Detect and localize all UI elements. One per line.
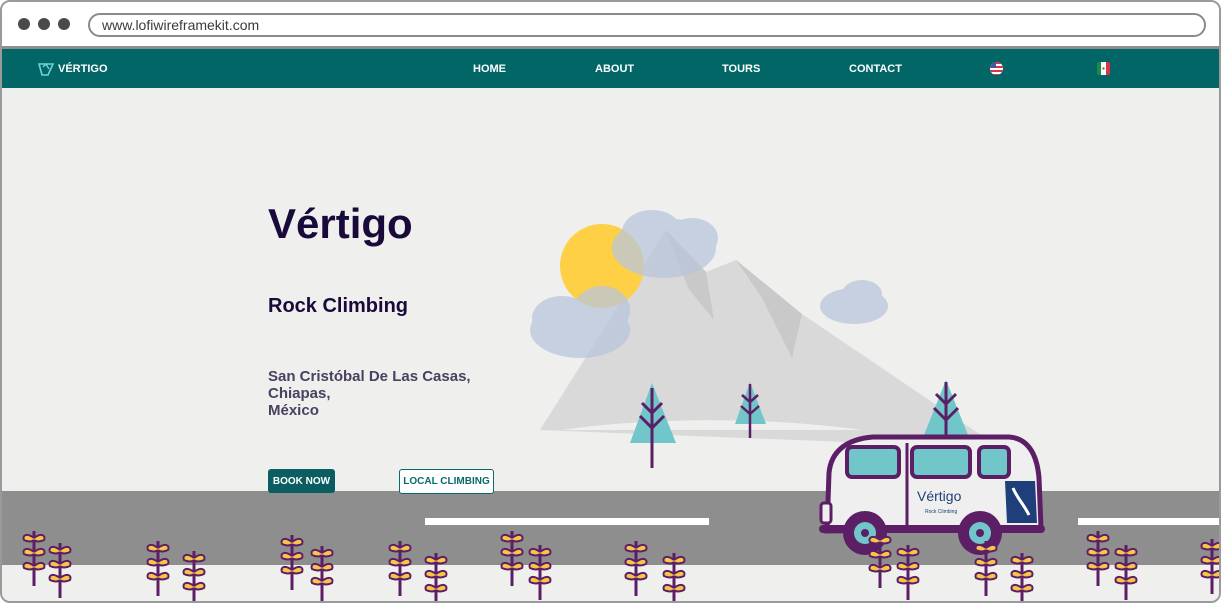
plant-icon	[499, 529, 525, 588]
plant-icon	[279, 533, 305, 592]
local-climbing-button[interactable]: LOCAL CLIMBING	[399, 469, 494, 494]
plant-icon	[527, 543, 553, 601]
plant-icon	[309, 544, 335, 601]
plant-icon	[1199, 537, 1219, 596]
brand-logo[interactable]: VÉRTIGO	[38, 62, 108, 76]
plant-icon	[387, 539, 413, 598]
foreground-plants	[21, 529, 1219, 601]
nav-link-about[interactable]: ABOUT	[595, 63, 634, 75]
plant-icon	[623, 539, 649, 598]
nav-link-contact[interactable]: CONTACT	[849, 63, 902, 75]
browser-chrome: www.lofiwireframekit.com	[2, 2, 1219, 49]
nav-link-home[interactable]: HOME	[473, 63, 506, 75]
us-flag-icon[interactable]	[990, 62, 1003, 75]
plant-icon	[47, 541, 73, 600]
hero-section: Vértigo Rock Climbing Vértigo Rock Climb…	[2, 88, 1219, 601]
plant-icon	[1085, 529, 1111, 588]
plant-icon	[21, 529, 47, 588]
road-lane-marking	[425, 518, 709, 525]
van-tagline: Rock Climbing	[925, 509, 957, 515]
top-navigation: VÉRTIGO HOME ABOUT TOURS CONTACT	[2, 49, 1219, 88]
address-bar[interactable]: www.lofiwireframekit.com	[88, 13, 1206, 37]
brand-mountain-icon	[38, 62, 54, 76]
plant-icon	[867, 531, 893, 590]
plant-icon	[661, 551, 687, 601]
location-city: San Cristóbal De Las Casas,	[268, 368, 471, 385]
plant-icon	[181, 549, 207, 601]
brand-name: VÉRTIGO	[58, 63, 108, 75]
nav-link-tours[interactable]: TOURS	[722, 63, 760, 75]
road-lane-marking	[1078, 518, 1219, 525]
address-bar-url: www.lofiwireframekit.com	[102, 17, 260, 33]
browser-window: www.lofiwireframekit.com VÉRTIGO HOME AB…	[0, 0, 1221, 603]
location-country: México	[268, 402, 319, 419]
plant-icon	[1009, 551, 1035, 601]
plant-icon	[145, 539, 171, 598]
plant-icon	[1113, 543, 1139, 601]
cloud-icon	[530, 286, 630, 358]
mexico-flag-icon[interactable]	[1097, 62, 1110, 75]
cloud-icon	[820, 280, 888, 324]
plant-icon	[423, 551, 449, 601]
window-close-dot[interactable]	[18, 18, 30, 30]
book-now-button[interactable]: BOOK NOW	[268, 469, 335, 493]
window-maximize-dot[interactable]	[58, 18, 70, 30]
hero-subtitle: Rock Climbing	[268, 295, 409, 317]
hero-location: San Cristóbal De Las Casas, Chiapas, Méx…	[268, 368, 471, 419]
window-minimize-dot[interactable]	[38, 18, 50, 30]
location-state: Chiapas,	[268, 385, 331, 402]
hero-title: Vértigo	[268, 200, 413, 247]
plant-icon	[973, 539, 999, 598]
plant-icon	[895, 543, 921, 601]
cloud-icon	[612, 210, 718, 278]
van-logo-text: Vértigo	[917, 488, 962, 504]
